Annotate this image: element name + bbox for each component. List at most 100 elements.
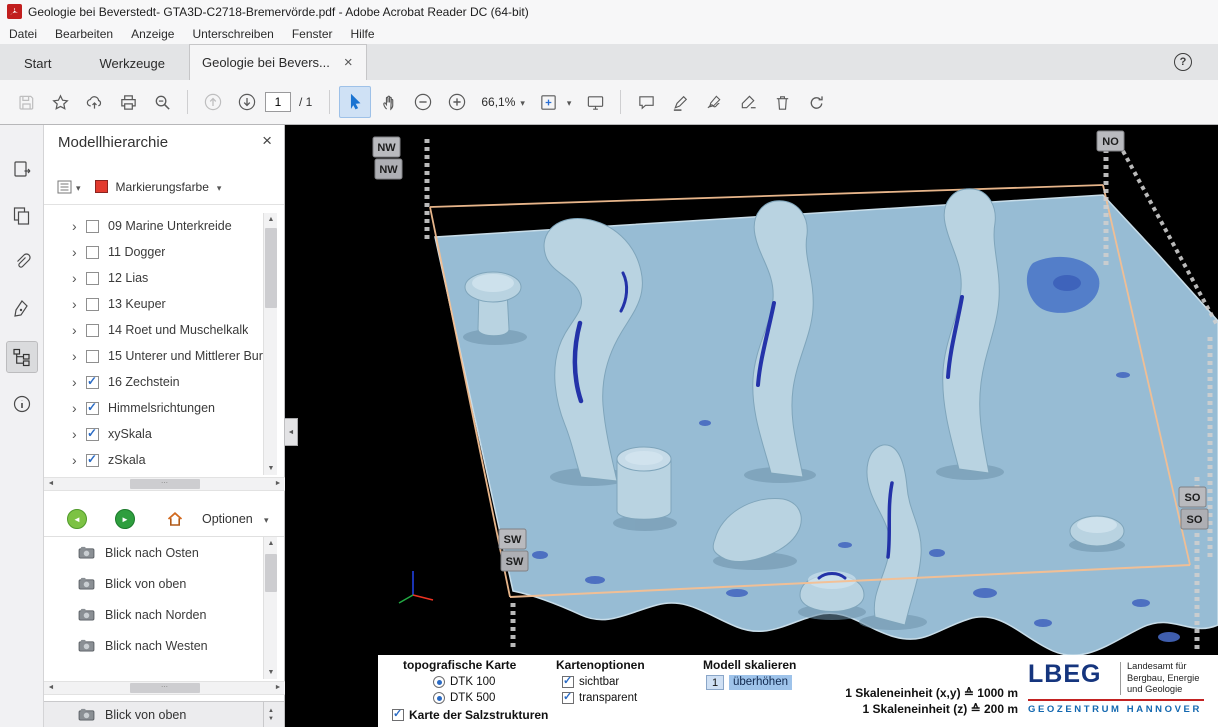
transparent-option[interactable]: transparent [562, 692, 637, 704]
dtk100-option[interactable]: DTK 100 [433, 676, 495, 688]
view-item-blick-nach-westen[interactable]: Blick nach Westen [44, 630, 263, 661]
select-tool-button[interactable] [339, 86, 371, 118]
visible-checkbox[interactable] [562, 676, 574, 688]
menu-datei[interactable]: Datei [0, 25, 46, 43]
dtk500-radio[interactable] [433, 692, 445, 704]
share-cloud-button[interactable] [78, 86, 110, 118]
scrollbar-thumb[interactable] [130, 683, 200, 693]
visibility-checkbox[interactable] [86, 324, 99, 337]
visibility-checkbox[interactable] [86, 350, 99, 363]
export-pdf-button[interactable] [7, 155, 37, 185]
list-options-icon[interactable] [56, 178, 74, 196]
document-properties-button[interactable] [7, 389, 37, 419]
chevron-right-icon[interactable] [72, 377, 86, 387]
dtk500-option[interactable]: DTK 500 [433, 692, 495, 704]
scroll-left-icon[interactable] [44, 682, 58, 694]
visibility-checkbox[interactable] [86, 454, 99, 467]
visibility-checkbox[interactable] [86, 272, 99, 285]
chevron-down-icon[interactable] [76, 180, 81, 194]
chevron-right-icon[interactable] [72, 247, 86, 257]
visibility-checkbox[interactable] [86, 298, 99, 311]
highlight-button[interactable] [664, 86, 696, 118]
attachments-button[interactable] [7, 247, 37, 277]
scrollbar-thumb[interactable] [265, 228, 277, 308]
tree-scrollbar[interactable] [263, 213, 277, 475]
dtk100-radio[interactable] [433, 676, 445, 688]
next-view-button[interactable]: ► [115, 509, 135, 529]
print-button[interactable] [112, 86, 144, 118]
options-dropdown[interactable]: Optionen [202, 512, 253, 526]
delete-button[interactable] [766, 86, 798, 118]
salt-map-option[interactable]: Karte der Salzstrukturen [392, 708, 548, 722]
tree-item-zechstein[interactable]: 16 Zechstein [44, 369, 263, 395]
tab-document[interactable]: Geologie bei Bevers... × [189, 44, 367, 80]
menu-bearbeiten[interactable]: Bearbeiten [46, 25, 122, 43]
hand-tool-button[interactable] [373, 86, 405, 118]
tree-item-xyskala[interactable]: xySkala [44, 421, 263, 447]
zoom-level-dropdown[interactable]: 66,1% [475, 95, 531, 109]
default-view-button[interactable] [166, 510, 184, 531]
scroll-left-icon[interactable] [44, 478, 58, 490]
visible-option[interactable]: sichtbar [562, 676, 619, 688]
chevron-right-icon[interactable] [72, 221, 86, 231]
scroll-up-icon[interactable] [264, 213, 278, 226]
view-item-blick-nach-norden[interactable]: Blick nach Norden [44, 599, 263, 630]
chevron-right-icon[interactable] [72, 325, 86, 335]
tree-item-himmelsrichtungen[interactable]: Himmelsrichtungen [44, 395, 263, 421]
tree-item-keuper[interactable]: 13 Keuper [44, 291, 263, 317]
scroll-right-icon[interactable] [271, 682, 285, 694]
visibility-checkbox[interactable] [86, 246, 99, 259]
rotate-button[interactable] [800, 86, 832, 118]
tab-close-icon[interactable]: × [344, 54, 353, 71]
menu-unterschreiben[interactable]: Unterschreiben [183, 25, 282, 43]
page-number-input[interactable] [265, 92, 291, 112]
next-page-button[interactable] [231, 86, 263, 118]
comment-button[interactable] [630, 86, 662, 118]
tree-item-zskala[interactable]: zSkala [44, 447, 263, 473]
menu-fenster[interactable]: Fenster [283, 25, 342, 43]
visibility-checkbox[interactable] [86, 220, 99, 233]
model-tree-button[interactable] [7, 342, 37, 372]
previous-page-button[interactable] [197, 86, 229, 118]
scroll-down-icon[interactable] [264, 666, 278, 679]
fit-page-dropdown[interactable] [533, 86, 565, 118]
create-pdf-button[interactable] [7, 201, 37, 231]
tab-start[interactable]: Start [0, 47, 75, 80]
chevron-right-icon[interactable] [72, 273, 86, 283]
panel-collapse-button[interactable] [285, 418, 298, 446]
chevron-right-icon[interactable] [72, 455, 86, 465]
tab-werkzeuge[interactable]: Werkzeuge [75, 47, 189, 80]
favorites-button[interactable] [44, 86, 76, 118]
scale-value-input[interactable]: 1 [706, 675, 724, 690]
marker-color-swatch[interactable] [95, 180, 108, 193]
chevron-right-icon[interactable] [72, 429, 86, 439]
visibility-checkbox[interactable] [86, 428, 99, 441]
save-button[interactable] [10, 86, 42, 118]
panel-close-icon[interactable]: × [262, 131, 272, 151]
visibility-checkbox[interactable] [86, 402, 99, 415]
tree-item-lias[interactable]: 12 Lias [44, 265, 263, 291]
chevron-down-icon[interactable] [217, 180, 222, 194]
panel-expand-arrows[interactable]: ▲▼ [263, 702, 278, 727]
previous-view-button[interactable]: ◄ [67, 509, 87, 529]
view-item-blick-nach-osten[interactable]: Blick nach Osten [44, 537, 263, 568]
exaggerate-button[interactable]: überhöhen [729, 675, 792, 690]
view-item-blick-von-oben[interactable]: Blick von oben [44, 568, 263, 599]
menu-hilfe[interactable]: Hilfe [342, 25, 384, 43]
chevron-right-icon[interactable] [72, 351, 86, 361]
3d-model-canvas[interactable]: NW NW NO SW SW SO SO [285, 125, 1218, 727]
views-scrollbar[interactable] [263, 537, 277, 679]
salt-map-checkbox[interactable] [392, 709, 404, 721]
scroll-down-icon[interactable] [264, 462, 278, 475]
transparent-checkbox[interactable] [562, 692, 574, 704]
tree-horizontal-scrollbar[interactable] [44, 477, 285, 491]
visibility-checkbox[interactable] [86, 376, 99, 389]
scrollbar-thumb[interactable] [130, 479, 200, 489]
scrollbar-thumb[interactable] [265, 554, 277, 592]
chevron-right-icon[interactable] [72, 403, 86, 413]
presentation-button[interactable] [579, 86, 611, 118]
zoom-in-button[interactable] [441, 86, 473, 118]
tree-item-dogger[interactable]: 11 Dogger [44, 239, 263, 265]
signature-panel-button[interactable] [7, 294, 37, 324]
views-horizontal-scrollbar[interactable] [44, 681, 285, 695]
